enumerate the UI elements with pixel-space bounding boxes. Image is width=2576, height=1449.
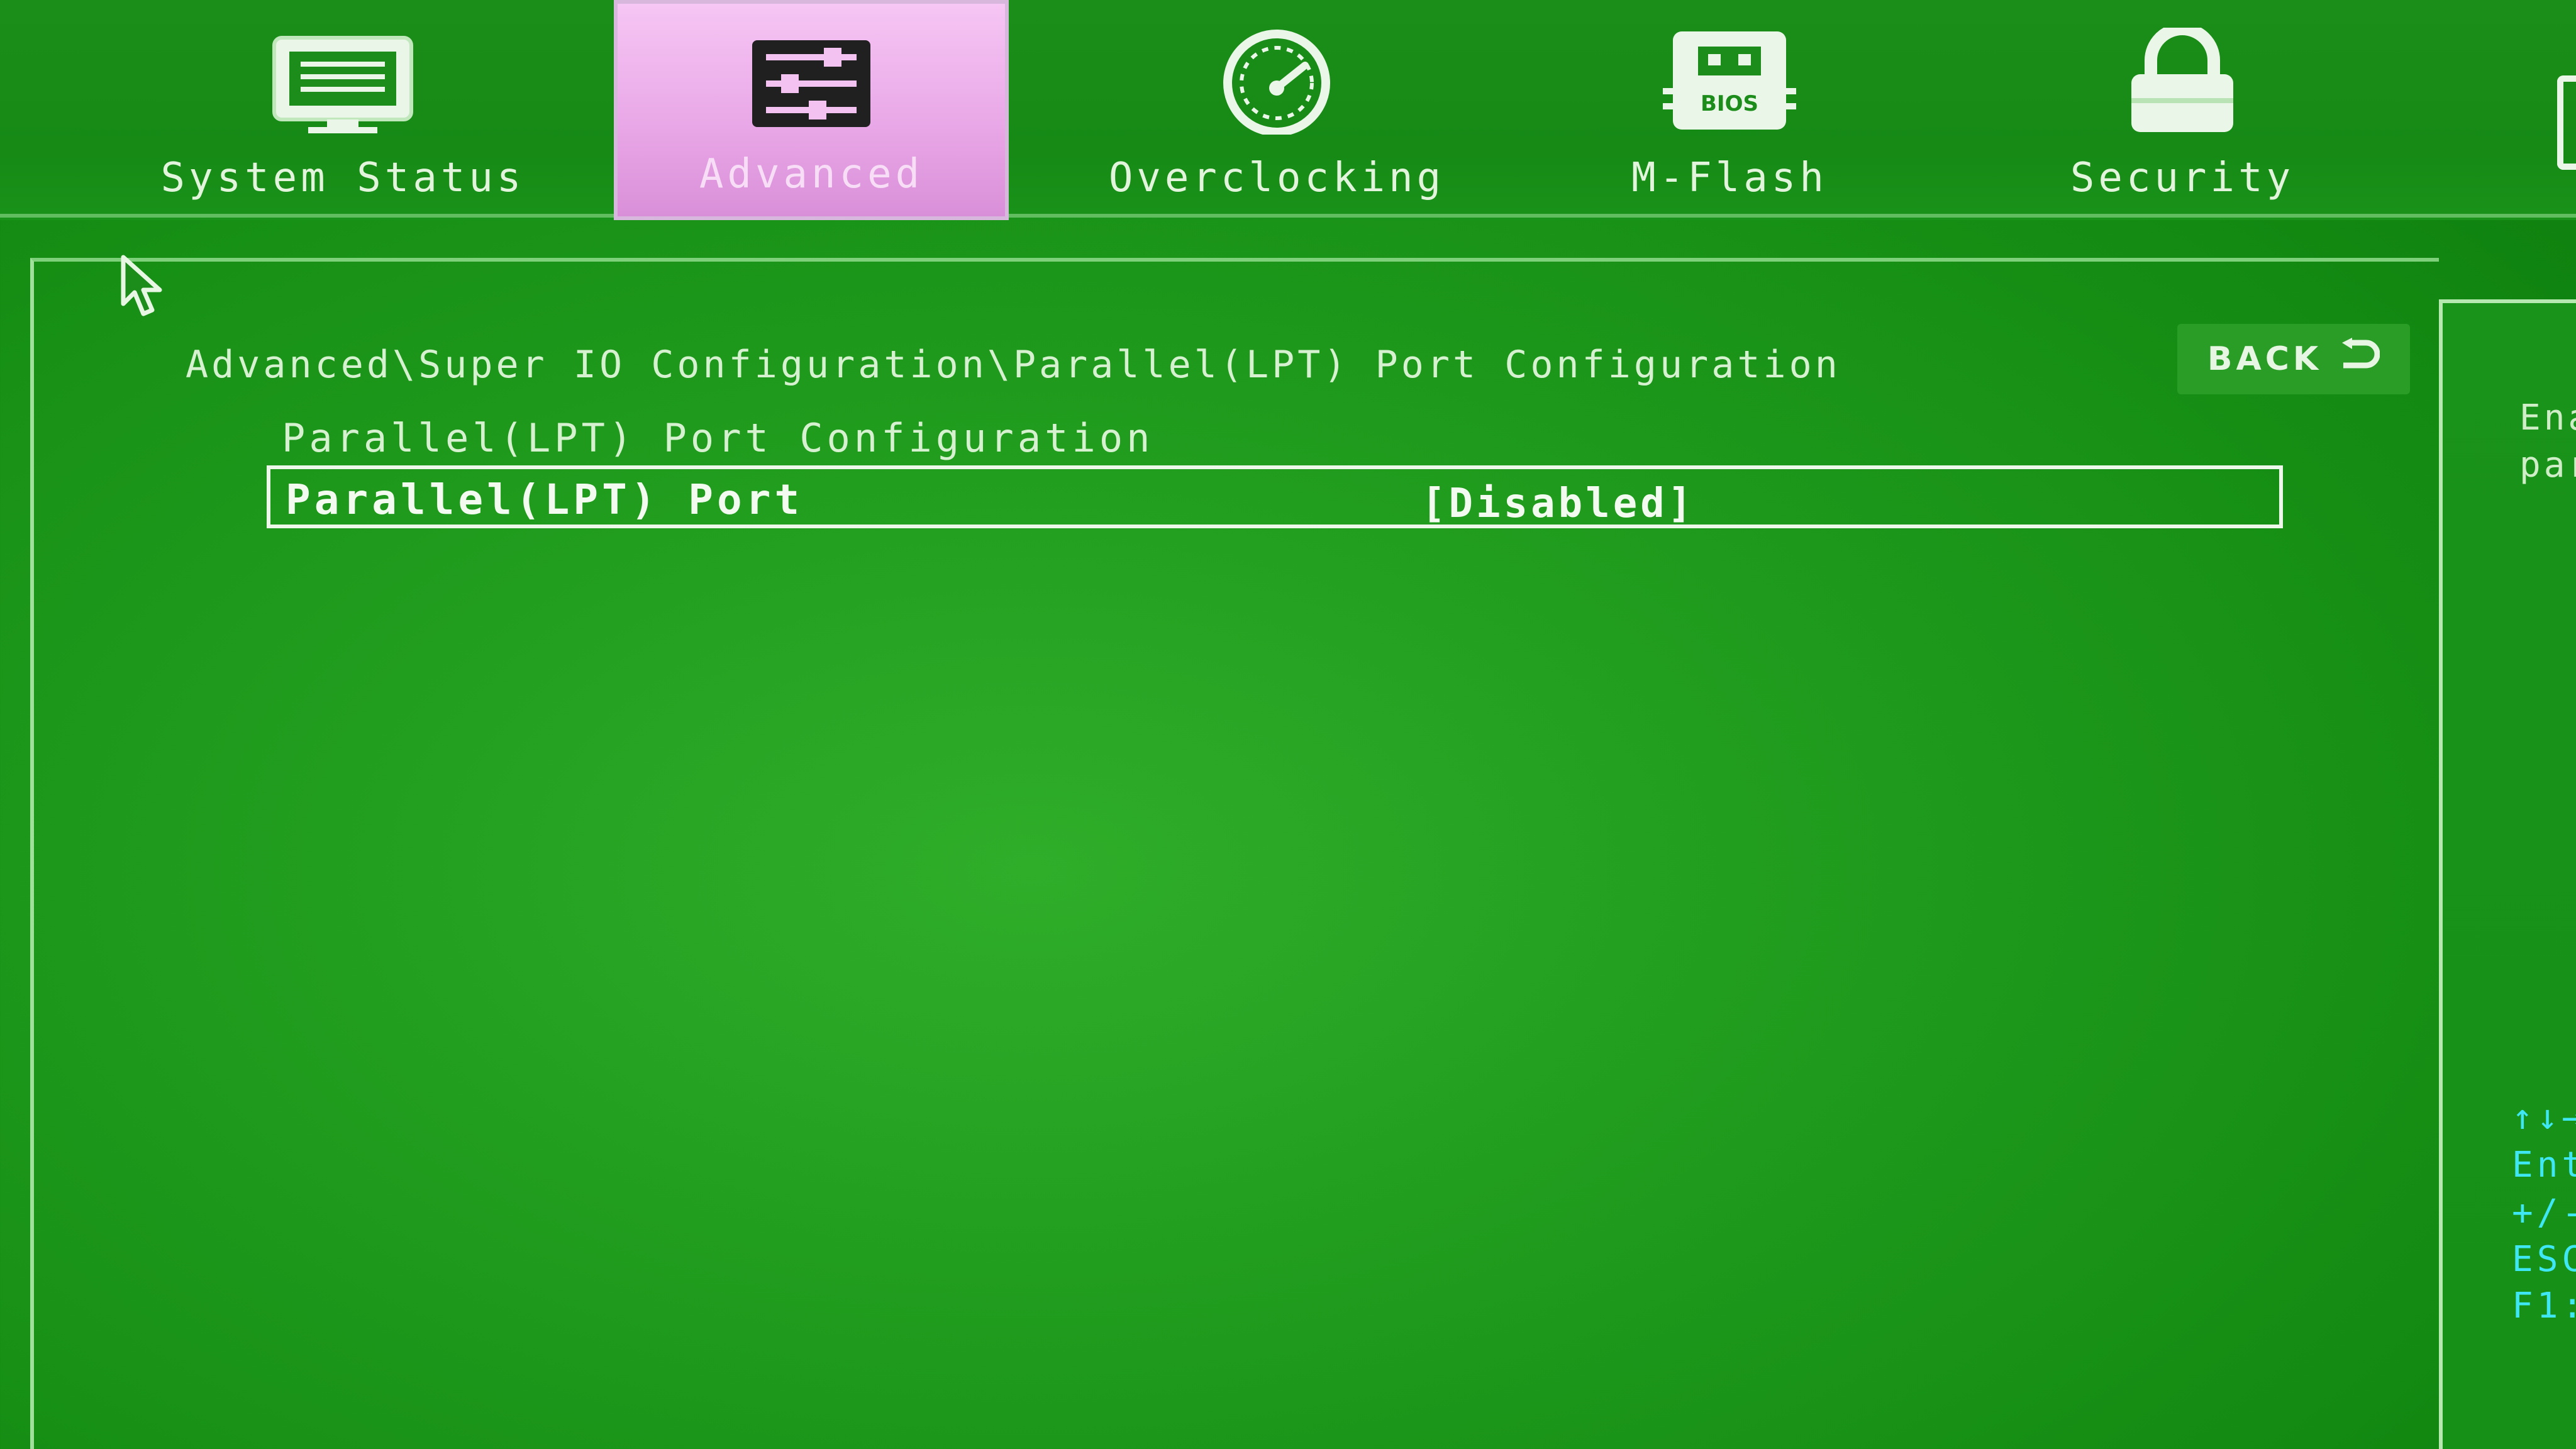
- monitor-icon: [270, 34, 415, 137]
- speedometer-icon: [1211, 28, 1343, 137]
- setting-value[interactable]: [Disabled]: [1421, 480, 1695, 527]
- tab-system-status[interactable]: System Status: [126, 0, 560, 220]
- breadcrumb: Advanced\Super IO Configuration\Parallel…: [186, 343, 1841, 387]
- tab-m-flash[interactable]: BIOS M-Flash: [1553, 0, 1906, 220]
- return-arrow-icon: [2336, 337, 2380, 381]
- key-legend-line: ↑↓→: [2512, 1097, 2576, 1138]
- tab-label: System Status: [160, 155, 525, 201]
- tab-label: Security: [2070, 155, 2295, 201]
- tab-advanced[interactable]: Advanced: [614, 0, 1009, 220]
- bios-chip-icon: BIOS: [1660, 28, 1799, 137]
- setting-row-parallel-port[interactable]: Parallel(LPT) Port [Disabled]: [267, 465, 2283, 528]
- tab-label: Overclocking: [1108, 155, 1445, 201]
- key-legend-line: ESC: [2512, 1239, 2576, 1280]
- key-legend-line: +/-: [2512, 1192, 2576, 1233]
- setting-name: Parallel(LPT) Port: [286, 475, 804, 524]
- back-button-label: BACK: [2207, 340, 2323, 378]
- lock-icon: [2123, 23, 2242, 137]
- help-line: Ena: [2519, 397, 2576, 438]
- tab-security[interactable]: Security: [2006, 0, 2358, 220]
- mouse-pointer-icon: [119, 255, 170, 320]
- partial-tab-icon: [2557, 75, 2576, 170]
- key-legend-line: F1:: [2512, 1285, 2576, 1326]
- tab-overclocking[interactable]: Overclocking: [1069, 0, 1484, 220]
- help-panel: Ena par ↑↓→ Ent +/- ESC F1:: [2439, 299, 2576, 1449]
- tab-label: M-Flash: [1631, 155, 1828, 201]
- section-title: Parallel(LPT) Port Configuration: [282, 415, 1154, 461]
- top-navigation: System Status Advanced Overclocking BIOS…: [0, 0, 2576, 220]
- back-button[interactable]: BACK: [2177, 324, 2410, 394]
- key-legend-line: Ent: [2512, 1145, 2576, 1185]
- svg-text:BIOS: BIOS: [1701, 91, 1758, 116]
- tab-label: Advanced: [699, 151, 924, 197]
- help-line: par: [2519, 445, 2576, 486]
- sliders-icon: [748, 36, 874, 133]
